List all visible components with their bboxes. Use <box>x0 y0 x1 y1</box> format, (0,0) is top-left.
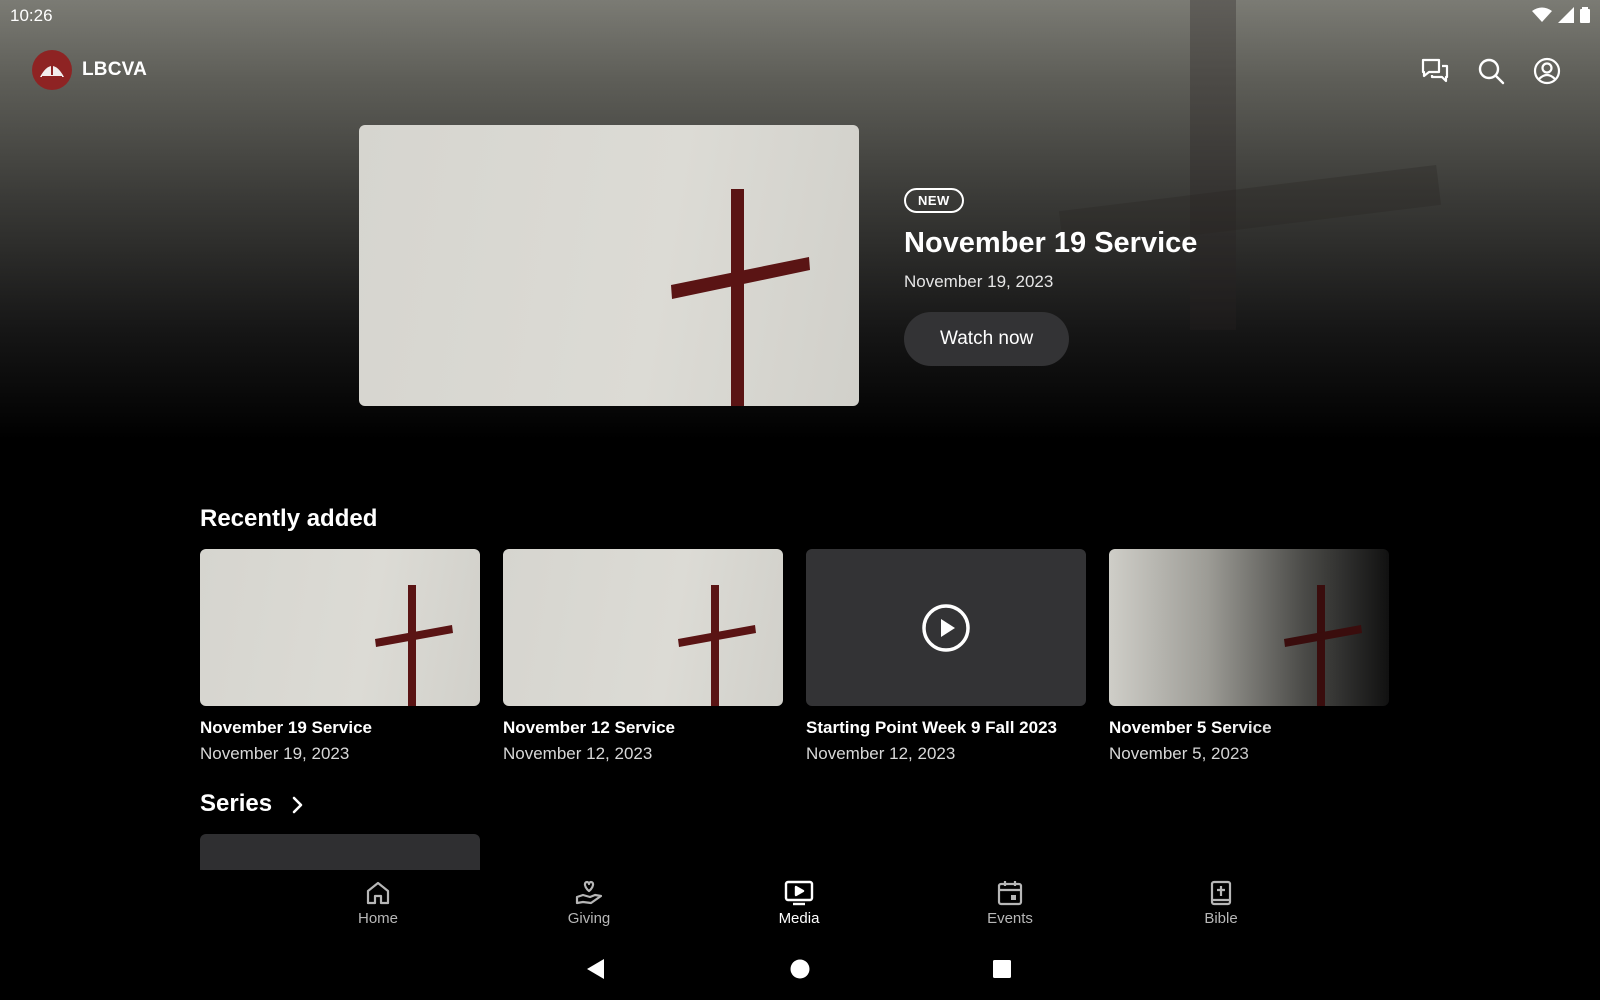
header-actions <box>1418 54 1564 88</box>
nav-item-events[interactable]: Events <box>960 880 1060 927</box>
media-icon <box>784 880 814 906</box>
recently-added-list: November 19 Service November 19, 2023 No… <box>200 549 1389 764</box>
nav-label: Events <box>987 910 1033 927</box>
new-badge: NEW <box>904 188 964 213</box>
media-date: November 5, 2023 <box>1109 744 1249 763</box>
media-title: Starting Point Week 9 Fall 2023 <box>806 718 1057 737</box>
status-icons <box>1532 7 1590 23</box>
account-icon[interactable] <box>1530 54 1564 88</box>
nav-item-bible[interactable]: Bible <box>1171 880 1271 927</box>
nav-label: Bible <box>1204 910 1238 927</box>
app-title: LBCVA <box>82 59 148 80</box>
home-icon <box>366 881 390 905</box>
home-button-icon[interactable] <box>790 958 810 980</box>
cross-image <box>671 189 810 406</box>
nav-item-giving[interactable]: Giving <box>539 880 639 927</box>
featured-title: November 19 Service <box>904 227 1198 259</box>
media-date: November 12, 2023 <box>503 744 653 763</box>
featured-info: NEW November 19 Service November 19, 202… <box>904 188 1197 366</box>
back-icon[interactable] <box>586 958 606 980</box>
nav-label: Media <box>778 910 820 927</box>
search-icon[interactable] <box>1474 54 1508 88</box>
cross-image <box>678 585 756 706</box>
nav-item-media[interactable]: Media <box>749 880 849 927</box>
watch-now-button[interactable]: Watch now <box>904 312 1070 366</box>
app-logo[interactable] <box>32 50 72 90</box>
media-thumbnail <box>200 549 480 706</box>
media-date: November 12, 2023 <box>806 744 956 763</box>
nav-item-home[interactable]: Home <box>328 880 428 927</box>
chat-icon[interactable] <box>1418 54 1452 88</box>
battery-icon <box>1580 7 1590 23</box>
featured-thumbnail[interactable] <box>359 125 859 406</box>
church-logo-icon <box>40 65 64 78</box>
status-time: 10:26 <box>10 6 53 25</box>
status-bar: 10:26 <box>0 0 1600 30</box>
media-title: November 12 Service <box>503 718 675 737</box>
bible-icon <box>1210 880 1232 906</box>
media-card[interactable]: Starting Point Week 9 Fall 2023 November… <box>806 549 1086 764</box>
wifi-icon <box>1532 7 1552 22</box>
media-card[interactable]: November 5 Service November 5, 2023 <box>1109 549 1389 764</box>
media-title: November 19 Service <box>200 718 372 737</box>
media-thumbnail <box>1109 549 1389 706</box>
series-card[interactable] <box>200 834 480 870</box>
cross-image <box>1284 585 1362 706</box>
calendar-icon <box>997 881 1023 906</box>
media-thumbnail <box>806 549 1086 706</box>
media-date: November 19, 2023 <box>200 744 350 763</box>
bottom-navigation: Home Giving Media Events Bible <box>0 870 1600 940</box>
play-icon <box>922 603 970 652</box>
cross-image <box>375 585 453 706</box>
media-thumbnail <box>503 549 783 706</box>
signal-icon <box>1558 7 1574 23</box>
recently-added-heading: Recently added <box>200 505 378 532</box>
giving-icon <box>575 880 603 905</box>
nav-label: Giving <box>567 910 611 927</box>
nav-label: Home <box>357 910 398 927</box>
series-heading[interactable]: Series <box>200 790 272 818</box>
recents-icon[interactable] <box>992 958 1012 980</box>
media-card[interactable]: November 12 Service November 12, 2023 <box>503 549 783 764</box>
media-title: November 5 Service <box>1109 718 1272 737</box>
system-navigation <box>0 940 1600 1000</box>
featured-date: November 19, 2023 <box>904 272 1054 291</box>
media-card[interactable]: November 19 Service November 19, 2023 <box>200 549 480 764</box>
chevron-right-icon[interactable] <box>290 796 306 814</box>
